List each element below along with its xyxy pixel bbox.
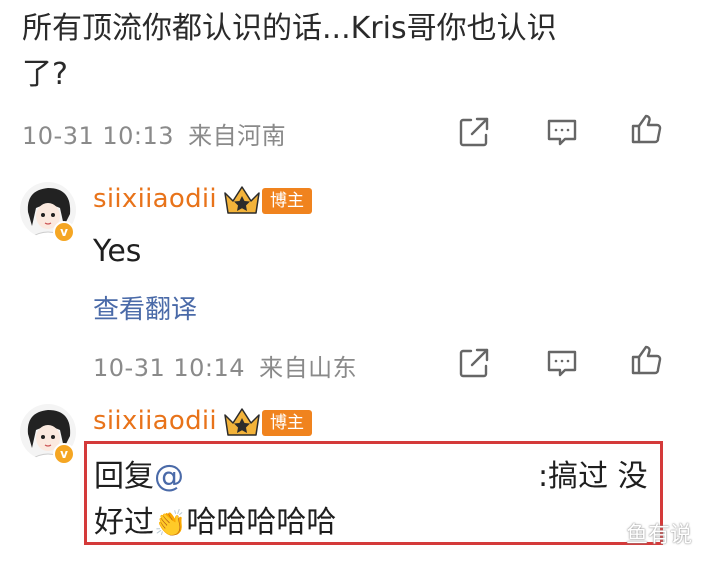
reply-prefix: 回复 xyxy=(94,459,154,494)
host-tag: 博主 xyxy=(262,410,312,436)
reply-text: 好过 xyxy=(94,505,154,540)
share-icon[interactable] xyxy=(457,346,491,380)
post-text-line1: 所有顶流你都认识的话...Kris哥你也认识 xyxy=(22,11,557,46)
like-icon[interactable] xyxy=(630,112,664,146)
comment-text: Yes xyxy=(93,234,142,269)
comment-username[interactable]: siixiiaodii xyxy=(93,184,217,214)
verified-badge-icon: v xyxy=(53,221,75,243)
share-icon[interactable] xyxy=(457,115,491,149)
watermark: 鱼有说 xyxy=(626,523,693,548)
post-text: 所有顶流你都认识的话...Kris哥你也认识 了? xyxy=(22,6,662,98)
post-meta: 10-31 10:13 来自河南 xyxy=(22,116,286,151)
clap-emoji-icon: 👏 xyxy=(154,509,187,539)
post-text-line2: 了? xyxy=(22,57,68,92)
comment-icon[interactable] xyxy=(545,346,579,380)
host-tag: 博主 xyxy=(262,188,312,214)
post-location: 来自河南 xyxy=(188,122,287,150)
reply-mention[interactable]: @ xyxy=(154,459,184,494)
reply-laugh: 哈哈哈哈哈 xyxy=(186,505,337,540)
reply-line2: 好过👏哈哈哈哈哈 xyxy=(94,497,336,541)
post-time: 10-31 10:13 xyxy=(22,122,175,150)
translate-link[interactable]: 查看翻译 xyxy=(93,289,197,326)
verified-badge-icon: v xyxy=(53,443,75,465)
crown-badge-icon xyxy=(222,405,262,439)
reply-line1: 回复@ xyxy=(94,451,184,495)
comment-location: 来自山东 xyxy=(259,354,358,382)
crown-badge-icon xyxy=(222,183,262,217)
reply-middle: :搞过 没 xyxy=(538,459,648,494)
comment-icon[interactable] xyxy=(545,115,579,149)
comment-meta: 10-31 10:14 来自山东 xyxy=(93,348,357,383)
comment-username[interactable]: siixiiaodii xyxy=(93,406,217,436)
like-icon[interactable] xyxy=(630,343,664,377)
comment-time: 10-31 10:14 xyxy=(93,354,246,382)
